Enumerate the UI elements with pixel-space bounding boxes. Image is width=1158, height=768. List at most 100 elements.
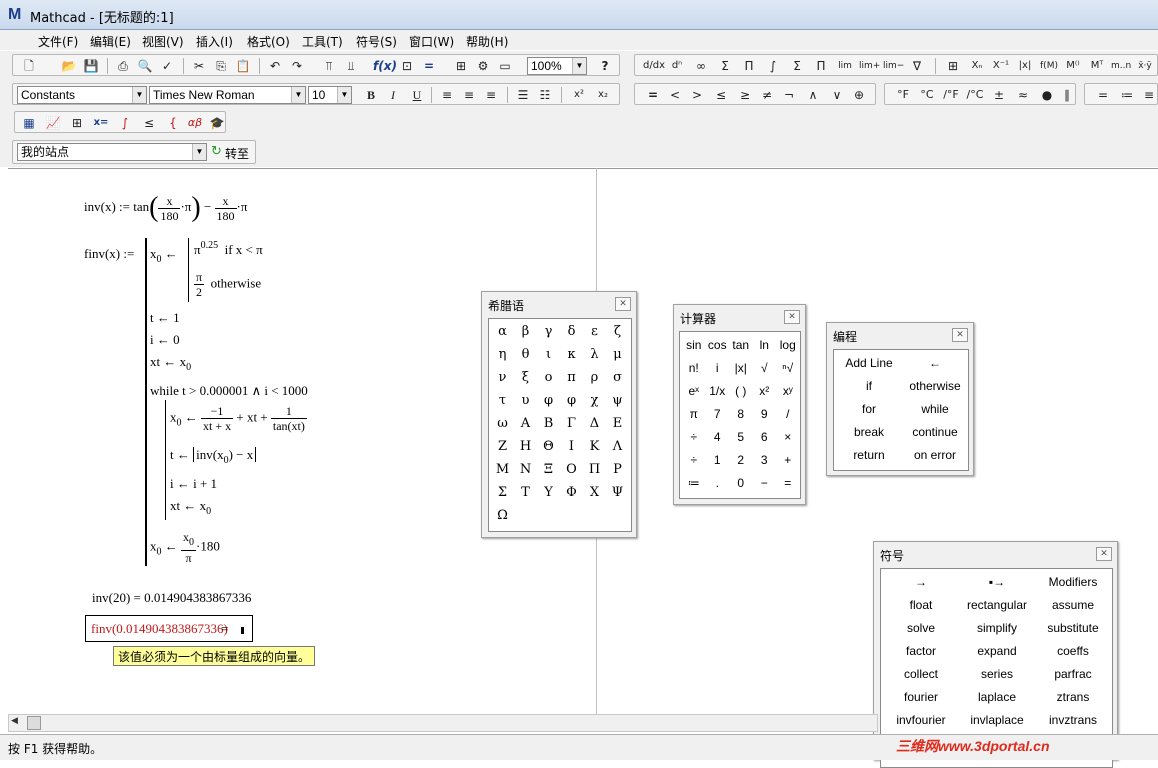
close-icon[interactable]: ✕: [784, 310, 800, 324]
greek-symbol-5-4[interactable]: Κ: [583, 439, 606, 454]
underline-button[interactable]: U: [407, 86, 427, 104]
menu-help[interactable]: 帮助(H): [466, 33, 508, 50]
prog-item-4-1[interactable]: on error: [902, 448, 968, 462]
menu-tools[interactable]: 工具(T): [302, 33, 343, 50]
calc-key-5-3[interactable]: 3: [753, 453, 777, 467]
finv-name[interactable]: finv(x) :=: [84, 246, 134, 262]
go-button[interactable]: 转至: [225, 145, 249, 162]
evaluation-palette-icon[interactable]: x=: [91, 114, 111, 132]
prog-item-1-1[interactable]: otherwise: [902, 379, 968, 393]
greater-equal-icon[interactable]: ≥: [735, 86, 755, 104]
scroll-left-icon[interactable]: ◀: [11, 716, 18, 726]
calculate-icon[interactable]: =: [419, 57, 439, 75]
calc-key-4-1[interactable]: 4: [706, 430, 730, 444]
calc-key-2-2[interactable]: ( ): [729, 384, 753, 398]
horizontal-scrollbar[interactable]: ◀: [8, 714, 878, 732]
align-center-icon[interactable]: ≡: [459, 86, 479, 104]
greek-symbol-0-1[interactable]: β: [514, 324, 537, 339]
greater-than-icon[interactable]: >: [687, 86, 707, 104]
greek-symbol-5-3[interactable]: Ι: [560, 439, 583, 454]
calc-key-2-1[interactable]: 1/x: [706, 384, 730, 398]
inv-result[interactable]: inv(20) = 0.014904383867336: [92, 590, 251, 606]
not-equal-icon[interactable]: ≠: [757, 86, 777, 104]
subscript-text-icon[interactable]: x₂: [593, 86, 613, 104]
superscript-icon[interactable]: x²: [569, 86, 589, 104]
nth-derivative-icon[interactable]: dⁿ: [667, 57, 687, 75]
greek-symbol-0-2[interactable]: γ: [537, 324, 560, 339]
symbolic-item-3-2[interactable]: coeffs: [1035, 644, 1111, 658]
symbolic-item-0-1[interactable]: ▪→: [959, 575, 1035, 589]
greek-symbol-1-1[interactable]: θ: [514, 347, 537, 362]
integral-icon[interactable]: ∫: [763, 57, 783, 75]
greek-symbol-0-3[interactable]: δ: [560, 324, 583, 339]
calc-key-0-1[interactable]: cos: [706, 338, 730, 352]
component-icon[interactable]: ⊞: [451, 57, 471, 75]
component-wizard-icon[interactable]: ▭: [495, 57, 515, 75]
save-icon[interactable]: 💾: [81, 57, 101, 75]
prog-item-0-0[interactable]: Add Line: [836, 356, 902, 370]
infinity-icon[interactable]: ∞: [691, 57, 711, 75]
greek-symbol-4-4[interactable]: Δ: [583, 416, 606, 431]
menu-symbolics[interactable]: 符号(S): [356, 33, 397, 50]
greek-symbol-6-0[interactable]: Μ: [491, 462, 514, 477]
define-icon[interactable]: ≔: [1117, 86, 1137, 104]
calc-key-2-4[interactable]: xʸ: [776, 384, 800, 398]
symbolic-item-4-0[interactable]: collect: [883, 667, 959, 681]
calc-key-1-0[interactable]: n!: [682, 361, 706, 375]
paste-icon[interactable]: 📋: [233, 57, 253, 75]
go-arrow-icon[interactable]: ↻: [211, 144, 222, 159]
prog-item-0-1[interactable]: ←: [902, 356, 968, 370]
greek-palette-icon[interactable]: αβ: [185, 114, 205, 132]
greek-symbol-6-2[interactable]: Ξ: [537, 462, 560, 477]
symbolic-item-0-2[interactable]: Modifiers: [1035, 575, 1111, 589]
greek-symbol-1-3[interactable]: κ: [560, 347, 583, 362]
approx-icon[interactable]: ≈: [1013, 86, 1033, 104]
and-icon[interactable]: ∧: [803, 86, 823, 104]
calc-key-0-4[interactable]: log: [776, 338, 800, 352]
greek-symbol-3-3[interactable]: φ: [560, 393, 583, 408]
greek-symbol-1-4[interactable]: λ: [583, 347, 606, 362]
summation-icon[interactable]: Σ: [787, 57, 807, 75]
calc-key-0-0[interactable]: sin: [682, 338, 706, 352]
global-define-icon[interactable]: ≡: [1139, 86, 1158, 104]
menu-view[interactable]: 视图(V): [142, 33, 184, 50]
greek-symbol-5-1[interactable]: Η: [514, 439, 537, 454]
calc-key-3-1[interactable]: 7: [706, 407, 730, 421]
help-icon[interactable]: ?: [595, 57, 615, 75]
unit-delta-f-button[interactable]: /°F: [941, 86, 961, 104]
greek-symbol-1-2[interactable]: ι: [537, 347, 560, 362]
align-top-icon[interactable]: ⫪: [319, 57, 339, 75]
insert-function-icon[interactable]: f(x): [373, 57, 397, 75]
greek-symbol-7-5[interactable]: Ψ: [606, 485, 629, 500]
greek-symbol-1-0[interactable]: η: [491, 347, 514, 362]
greek-symbol-6-4[interactable]: Π: [583, 462, 606, 477]
copy-icon[interactable]: ⎘: [211, 57, 231, 75]
bullet-icon[interactable]: ●: [1037, 86, 1057, 104]
calc-key-3-2[interactable]: 8: [729, 407, 753, 421]
calc-key-2-0[interactable]: eˣ: [682, 384, 706, 398]
greek-symbol-2-3[interactable]: π: [560, 370, 583, 385]
greek-symbol-2-4[interactable]: ρ: [583, 370, 606, 385]
prog-item-1-0[interactable]: if: [836, 379, 902, 393]
less-equal-icon[interactable]: ≤: [711, 86, 731, 104]
symbolic-item-5-0[interactable]: fourier: [883, 690, 959, 704]
symbolic-item-4-1[interactable]: series: [959, 667, 1035, 681]
dot-product-icon[interactable]: x̄·ȳ: [1135, 57, 1155, 75]
greek-symbol-1-5[interactable]: μ: [606, 347, 629, 362]
greek-symbol-4-5[interactable]: Ε: [606, 416, 629, 431]
gradient-icon[interactable]: ∇: [907, 57, 927, 75]
xor-icon[interactable]: ⊕: [849, 86, 869, 104]
or-icon[interactable]: ∨: [827, 86, 847, 104]
menu-edit[interactable]: 编辑(E): [90, 33, 131, 50]
calc-key-4-2[interactable]: 5: [729, 430, 753, 444]
calc-key-6-2[interactable]: 0: [729, 476, 753, 490]
greek-symbol-2-1[interactable]: ξ: [514, 370, 537, 385]
calc-key-3-0[interactable]: π: [682, 407, 706, 421]
prog-item-3-0[interactable]: break: [836, 425, 902, 439]
transpose-icon[interactable]: Mᵀ: [1087, 57, 1107, 75]
matrix-icon[interactable]: ⊞: [943, 57, 963, 75]
greek-symbol-3-2[interactable]: φ: [537, 393, 560, 408]
greek-symbol-5-0[interactable]: Ζ: [491, 439, 514, 454]
calc-key-6-4[interactable]: =: [776, 476, 800, 490]
calc-key-0-2[interactable]: tan: [729, 338, 753, 352]
